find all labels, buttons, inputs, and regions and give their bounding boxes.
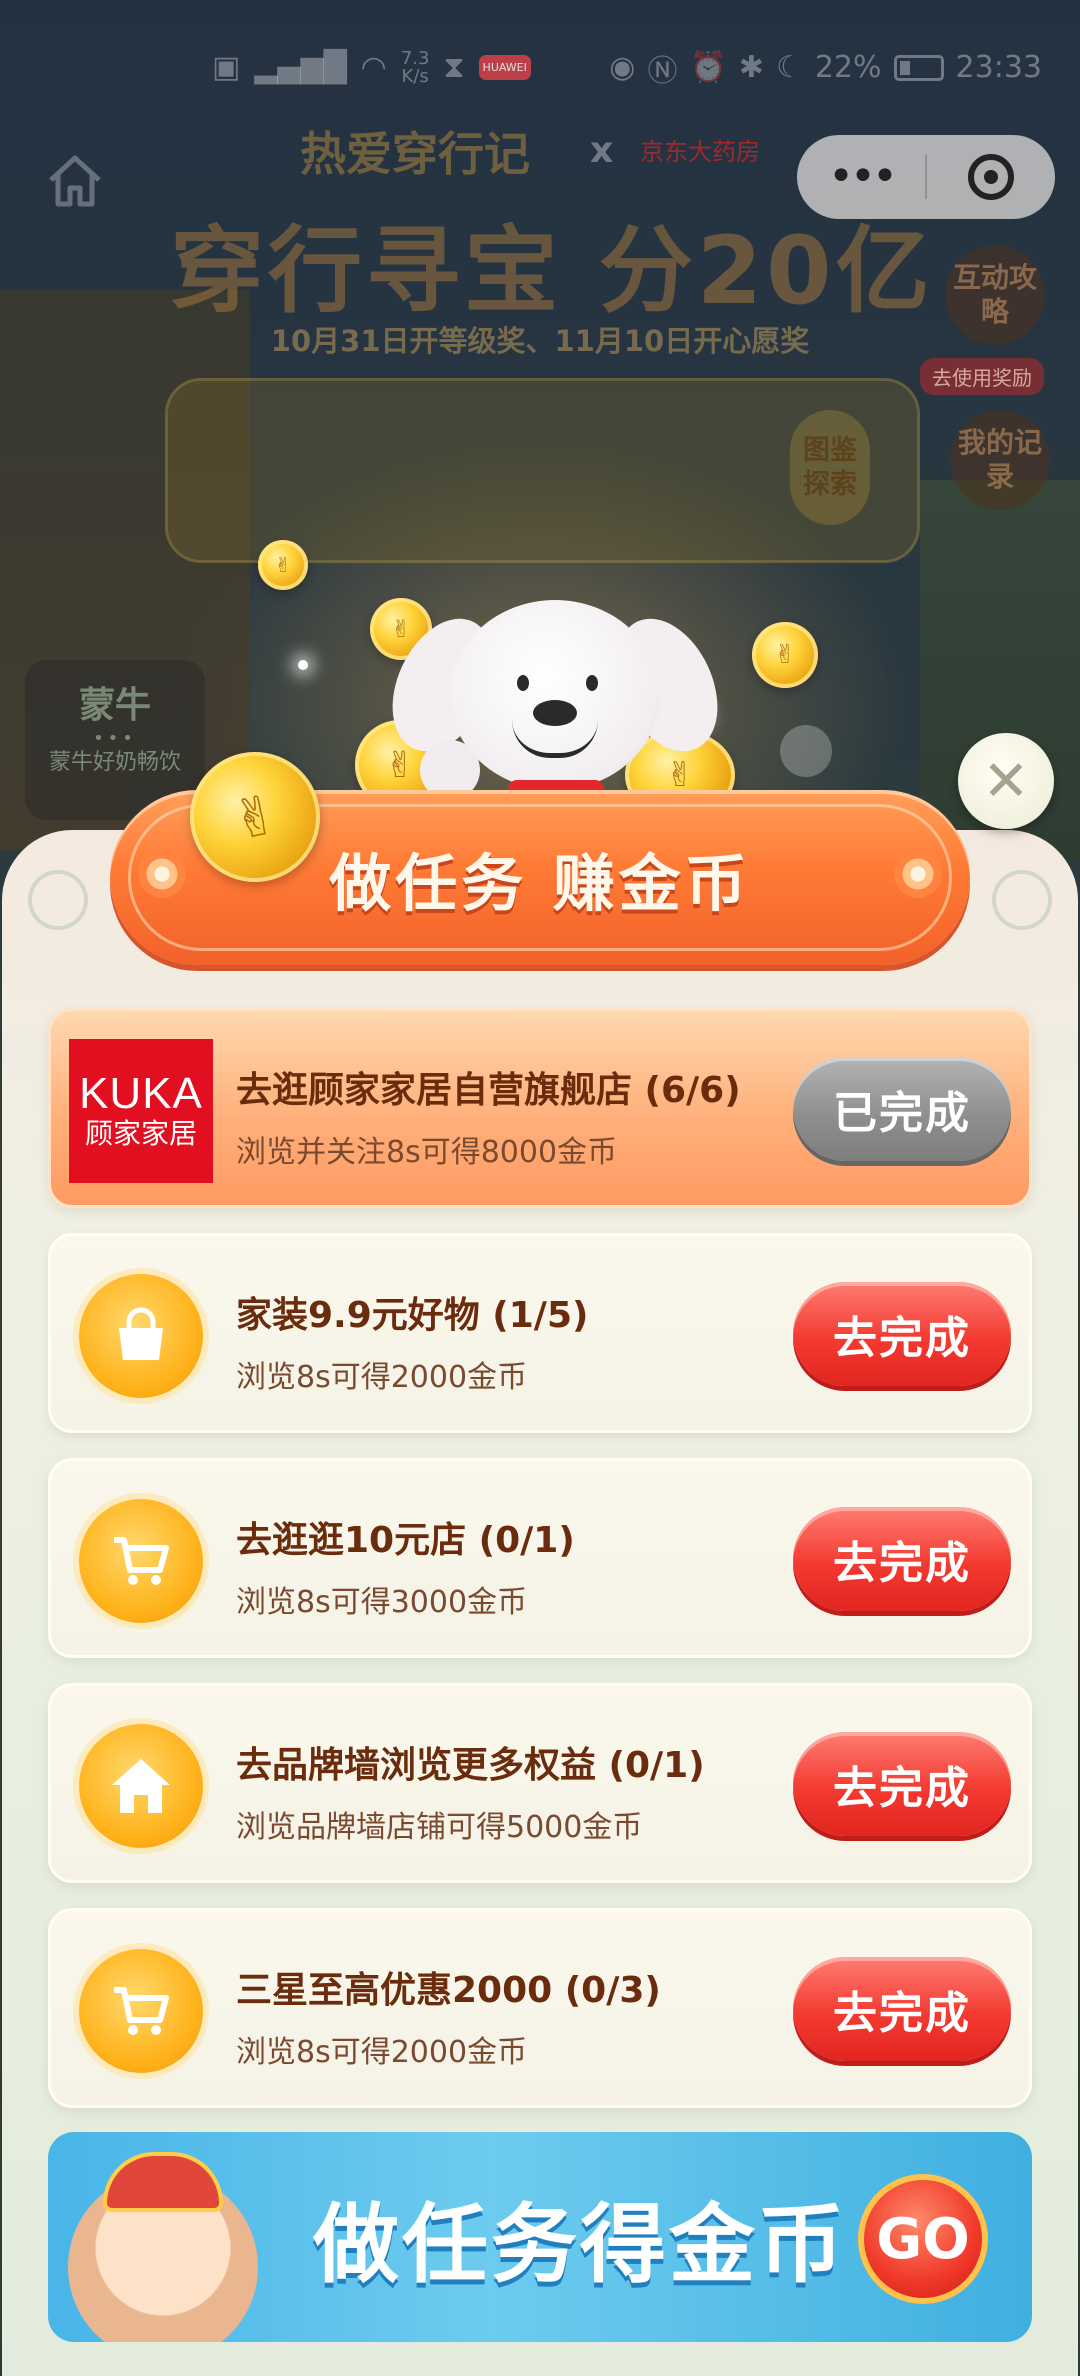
task-description: 浏览并关注8s可得8000金币 [236,1135,618,1170]
task-go-complete-button[interactable]: 去完成 [793,1732,1011,1836]
shopping-cart-icon [114,1987,169,2035]
battery-icon [893,54,944,81]
target-icon [968,154,1014,200]
task-title: 去逛顾家家居自营旗舰店 (6/6) [236,1070,741,1111]
task-completed-button[interactable]: 已完成 [793,1057,1011,1161]
coin-icon: ✌ [258,540,308,590]
kuka-logo-cn: 顾家家居 [84,1117,197,1150]
net-speed: 7.3 K/s [401,49,430,87]
mascot-eye-right [586,675,598,691]
signal-4g-icon: ▂▄▆█ [254,50,347,85]
modal-title: 做任务 赚金币 [329,846,751,920]
task-go-complete-button[interactable]: 去完成 [793,1507,1011,1611]
flower-ornament-icon [894,850,942,898]
promo-title: 做任务得金币 [313,2195,847,2295]
bluetooth-icon: ✱ [738,50,764,85]
task-go-complete-button[interactable]: 去完成 [793,1957,1011,2061]
task-icon [79,1274,203,1398]
task-title: 去逛逛10元店 (0/1) [236,1520,575,1561]
mascot-head [450,600,660,790]
mengniu-logo: 蒙牛 [78,685,151,726]
modal-ornament-left [28,870,88,930]
modal-ornament-right [992,870,1052,930]
shopping-bag-icon [119,1307,163,1360]
task-description: 浏览品牌墙店铺可得5000金币 [236,1810,643,1845]
alarm-icon: ⏰ [689,50,727,85]
task-description: 浏览8s可得2000金币 [236,2035,528,2070]
promo-banner[interactable]: 做任务得金币 GO [48,2132,1032,2342]
task-item: 去逛逛10元店 (0/1) 浏览8s可得3000金币 去完成 [48,1458,1032,1658]
moon-icon: ☾ [775,50,803,85]
task-item: KUKA 顾家家居 去逛顾家家居自营旗舰店 (6/6) 浏览并关注8s可得800… [48,1008,1032,1208]
task-list: KUKA 顾家家居 去逛顾家家居自营旗舰店 (6/6) 浏览并关注8s可得800… [48,1008,1032,2133]
exit-mini-program-button[interactable] [927,154,1055,200]
kuka-logo: KUKA 顾家家居 [69,1039,213,1183]
clock: 23:33 [955,50,1042,85]
task-icon [79,1949,203,2073]
battery-percent: 22% [814,50,882,85]
task-icon [79,1724,203,1848]
status-bar: ▣ ▂▄▆█ ◠ 7.3 K/s ⧗ HUAWEI ◉ Ⓝ ⏰ ✱ ☾ 22% … [0,0,1080,135]
task-item: 家装9.9元好物 (1/5) 浏览8s可得2000金币 去完成 [48,1233,1032,1433]
coin-icon: ✌ [752,622,818,688]
use-reward-tag[interactable]: 去使用奖励 [920,358,1044,395]
task-icon [79,1499,203,1623]
background-partner: 京东大药房 [640,138,760,166]
flower-ornament-icon [138,850,186,898]
home-icon[interactable] [45,150,105,210]
sparkle-icon [298,660,308,670]
bubble-decoration [780,725,832,777]
brand-card-text: 蒙牛好奶畅饮 [48,750,181,775]
background-title-main: 穿行寻宝 分20亿 [170,217,934,326]
task-title: 三星至高优惠2000 (0/3) [236,1970,661,2011]
album-explore-button[interactable]: 图鉴探索 [790,410,870,525]
app-badge: HUAWEI [478,55,531,80]
wifi-icon: ◠ [360,50,387,85]
eye-icon: ◉ [609,50,636,85]
carousel-dots: ••• [93,728,137,749]
net-speed-unit: K/s [401,65,429,87]
close-modal-button[interactable]: ✕ [958,733,1054,829]
interactive-guide-button[interactable]: 互动攻略 [945,245,1045,345]
kuka-logo-en: KUKA [79,1069,203,1118]
home-icon [112,1759,170,1813]
promo-go-button[interactable]: GO [858,2174,988,2304]
hd-icon: ▣ [212,50,241,85]
task-item: 三星至高优惠2000 (0/3) 浏览8s可得2000金币 去完成 [48,1908,1032,2108]
nfc-icon: Ⓝ [647,53,678,89]
task-description: 浏览8s可得2000金币 [236,1360,528,1395]
task-title: 家装9.9元好物 (1/5) [236,1295,589,1336]
background-subtitle: 10月31日开等级奖、11月10日开心愿奖 [270,324,810,358]
shopping-cart-icon [114,1537,169,1585]
task-item: 去品牌墙浏览更多权益 (0/1) 浏览品牌墙店铺可得5000金币 去完成 [48,1683,1032,1883]
my-records-button[interactable]: 我的记录 [950,410,1050,510]
background-x-mark: x [590,130,614,171]
close-icon: ✕ [982,748,1030,814]
task-go-complete-button[interactable]: 去完成 [793,1282,1011,1386]
promo-character-hat [103,2152,223,2212]
task-title: 去品牌墙浏览更多权益 (0/1) [236,1745,705,1786]
task-description: 浏览8s可得3000金币 [236,1585,528,1620]
mascot-eye-left [517,675,529,691]
hourglass-icon: ⧗ [443,50,465,85]
background-title-top: 热爱穿行记 [300,127,530,181]
